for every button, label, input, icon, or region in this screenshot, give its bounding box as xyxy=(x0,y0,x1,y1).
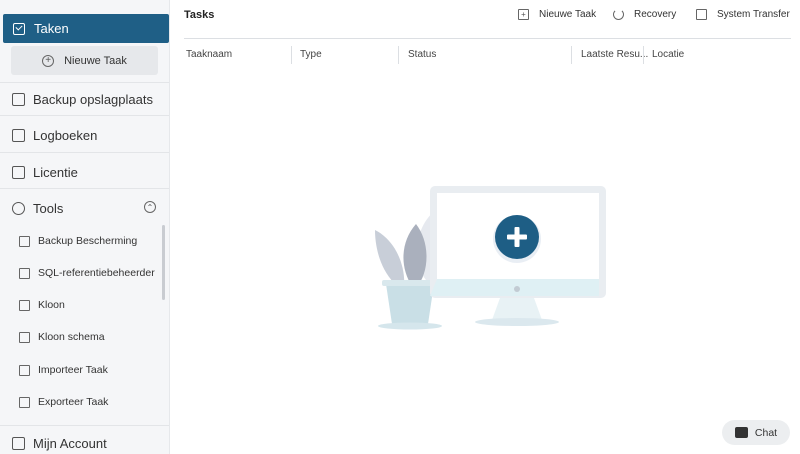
toolbar-label: System Transfer xyxy=(717,9,790,20)
sidebar-subitem-label: Exporteer Taak xyxy=(38,396,109,408)
sidebar-item-label: Taken xyxy=(34,21,69,36)
chat-icon xyxy=(734,427,748,438)
sidebar-item-label: Backup opslagplaats xyxy=(33,91,153,107)
sidebar-subitem-clone-schedule[interactable]: Kloon schema xyxy=(0,329,165,345)
sidebar-subitem-sql-manager[interactable]: SQL-referentiebeheerder xyxy=(0,265,165,281)
database-icon xyxy=(19,267,30,279)
import-icon xyxy=(19,364,30,376)
task-check-icon xyxy=(13,22,25,35)
sidebar-item-label: Tools xyxy=(33,200,64,216)
sidebar-subitem-label: SQL-referentiebeheerder xyxy=(38,267,155,279)
column-header-laatste-resultaat[interactable]: Laatste Resu... xyxy=(581,49,648,60)
clone-schedule-icon xyxy=(19,331,30,343)
export-icon xyxy=(19,396,30,408)
system-transfer-button[interactable]: System Transfer xyxy=(696,9,790,20)
sidebar-item-license[interactable]: Licentie xyxy=(0,163,169,181)
sidebar-item-my-account[interactable]: Mijn Account xyxy=(0,434,169,452)
divider xyxy=(0,82,169,83)
sidebar-item-label: Mijn Account xyxy=(33,435,107,451)
plus-circle-icon: + xyxy=(42,54,55,67)
toolbar-label: Recovery xyxy=(634,9,677,20)
sidebar-subitem-label: Backup Bescherming xyxy=(38,235,138,247)
sidebar-item-taken[interactable]: Taken xyxy=(3,14,169,43)
storage-icon xyxy=(12,92,25,106)
add-square-icon: + xyxy=(518,9,529,20)
sidebar-subitem-label: Kloon xyxy=(38,299,65,311)
sidebar-item-label: Licentie xyxy=(33,164,78,180)
sidebar-item-backup-repo[interactable]: Backup opslagplaats xyxy=(0,90,169,108)
column-header-locatie[interactable]: Locatie xyxy=(652,49,684,60)
column-divider[interactable] xyxy=(643,46,644,64)
chevron-up-icon[interactable]: ⌃ xyxy=(144,201,156,213)
column-header-status[interactable]: Status xyxy=(408,49,436,60)
new-task-label: Nieuwe Taak xyxy=(64,54,127,67)
sidebar-subitem-export-task[interactable]: Exporteer Taak xyxy=(0,394,165,410)
tools-icon xyxy=(12,201,25,215)
divider xyxy=(184,38,791,39)
divider xyxy=(0,188,169,189)
column-header-taaknaam[interactable]: Taaknaam xyxy=(186,49,232,60)
toolbar-label: Nieuwe Taak xyxy=(539,9,597,20)
divider xyxy=(0,152,169,153)
new-task-toolbar-button[interactable]: + Nieuwe Taak xyxy=(518,9,596,20)
recovery-button[interactable]: Recovery xyxy=(613,9,676,20)
shield-icon xyxy=(19,235,30,247)
column-divider[interactable] xyxy=(571,46,572,64)
account-icon xyxy=(12,436,25,450)
column-header-type[interactable]: Type xyxy=(300,49,322,60)
sidebar: Taken + Nieuwe Taak Backup opslagplaats … xyxy=(0,0,170,454)
system-transfer-icon xyxy=(696,9,707,20)
new-task-button[interactable]: + Nieuwe Taak xyxy=(11,46,158,75)
page-title: Tasks xyxy=(184,9,215,21)
license-icon xyxy=(12,165,25,179)
recovery-icon xyxy=(613,9,624,20)
sidebar-subitem-clone[interactable]: Kloon xyxy=(0,297,165,313)
clone-icon xyxy=(19,299,30,311)
log-icon xyxy=(12,128,25,142)
empty-state-illustration xyxy=(375,186,606,330)
chat-label: Chat xyxy=(754,426,778,439)
column-divider[interactable] xyxy=(291,46,292,64)
divider xyxy=(0,115,169,116)
sidebar-scrollbar[interactable] xyxy=(162,225,165,300)
sidebar-subitem-import-task[interactable]: Importeer Taak xyxy=(0,362,165,378)
sidebar-item-label: Logboeken xyxy=(33,127,98,143)
sidebar-subitem-label: Kloon schema xyxy=(38,331,105,343)
sidebar-subitem-label: Importeer Taak xyxy=(38,364,108,376)
sidebar-subitem-backup-protection[interactable]: Backup Bescherming xyxy=(0,233,165,249)
column-divider[interactable] xyxy=(398,46,399,64)
divider xyxy=(0,425,169,426)
sidebar-item-logs[interactable]: Logboeken xyxy=(0,126,169,144)
chat-button[interactable]: Chat xyxy=(722,420,790,445)
